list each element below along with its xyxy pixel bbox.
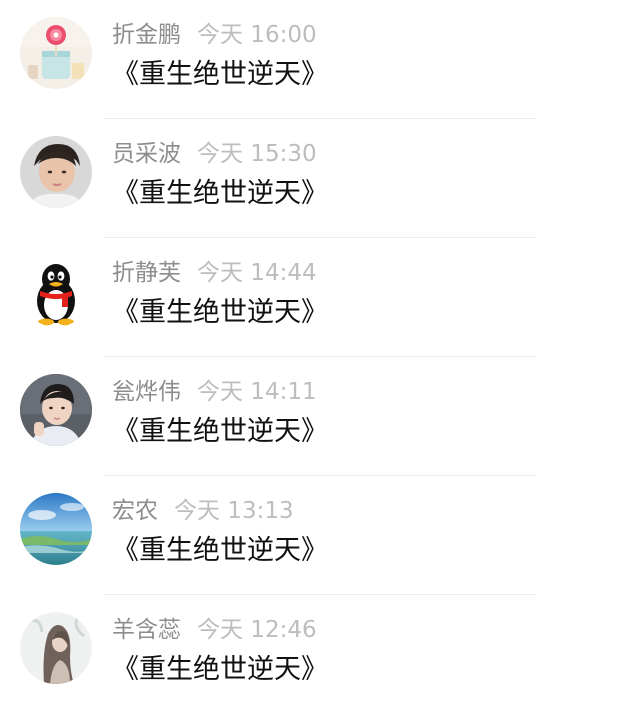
- comment-item[interactable]: 瓮烨伟 今天 14:11 《重生绝世逆天》: [0, 357, 640, 476]
- long-hair-girl-avatar-icon[interactable]: [20, 612, 92, 684]
- comment-time: 今天 12:46: [197, 617, 317, 643]
- comment-content: 《重生绝世逆天》: [112, 59, 328, 90]
- seascape-island-avatar-icon[interactable]: [20, 493, 92, 565]
- comment-time: 今天 13:13: [174, 498, 294, 524]
- comment-time: 今天 16:00: [197, 22, 317, 48]
- comment-content: 《重生绝世逆天》: [112, 535, 328, 566]
- comment-content: 《重生绝世逆天》: [112, 416, 328, 447]
- comment-content: 《重生绝世逆天》: [112, 297, 328, 328]
- author-name[interactable]: 员采波: [112, 141, 181, 167]
- comment-meta: 宏农 今天 13:13: [112, 496, 294, 526]
- author-name[interactable]: 羊含蕊: [112, 617, 181, 643]
- comment-item[interactable]: 折静芙 今天 14:44 《重生绝世逆天》: [0, 238, 640, 357]
- comment-item[interactable]: 羊含蕊 今天 12:46 《重生绝世逆天》: [0, 595, 640, 714]
- comment-time: 今天 14:44: [197, 260, 317, 286]
- comment-meta: 折静芙 今天 14:44: [112, 258, 317, 288]
- comment-list: 折金鹏 今天 16:00 《重生绝世逆天》 员采波 今天 15:30 《重生绝世逆天…: [0, 0, 640, 703]
- comment-item[interactable]: 员采波 今天 15:30 《重生绝世逆天》: [0, 119, 640, 238]
- author-name[interactable]: 宏农: [112, 498, 158, 524]
- author-name[interactable]: 折金鹏: [112, 22, 181, 48]
- comment-meta: 员采波 今天 15:30: [112, 139, 317, 169]
- comment-item[interactable]: 宏农 今天 13:13 《重生绝世逆天》: [0, 476, 640, 595]
- boy-portrait-avatar-icon[interactable]: [20, 136, 92, 208]
- author-name[interactable]: 瓮烨伟: [112, 379, 181, 405]
- comment-time: 今天 15:30: [197, 141, 317, 167]
- author-name[interactable]: 折静芙: [112, 260, 181, 286]
- comment-content: 《重生绝世逆天》: [112, 654, 328, 685]
- comment-content: 《重生绝世逆天》: [112, 178, 328, 209]
- qq-penguin-avatar-icon[interactable]: [20, 255, 92, 327]
- young-man-portrait-avatar-icon[interactable]: [20, 374, 92, 446]
- lollipop-jar-avatar-icon[interactable]: [20, 17, 92, 89]
- comment-meta: 折金鹏 今天 16:00: [112, 20, 317, 50]
- comment-meta: 羊含蕊 今天 12:46: [112, 615, 317, 645]
- comment-meta: 瓮烨伟 今天 14:11: [112, 377, 317, 407]
- comment-time: 今天 14:11: [197, 379, 317, 405]
- comment-item[interactable]: 折金鹏 今天 16:00 《重生绝世逆天》: [0, 0, 640, 119]
